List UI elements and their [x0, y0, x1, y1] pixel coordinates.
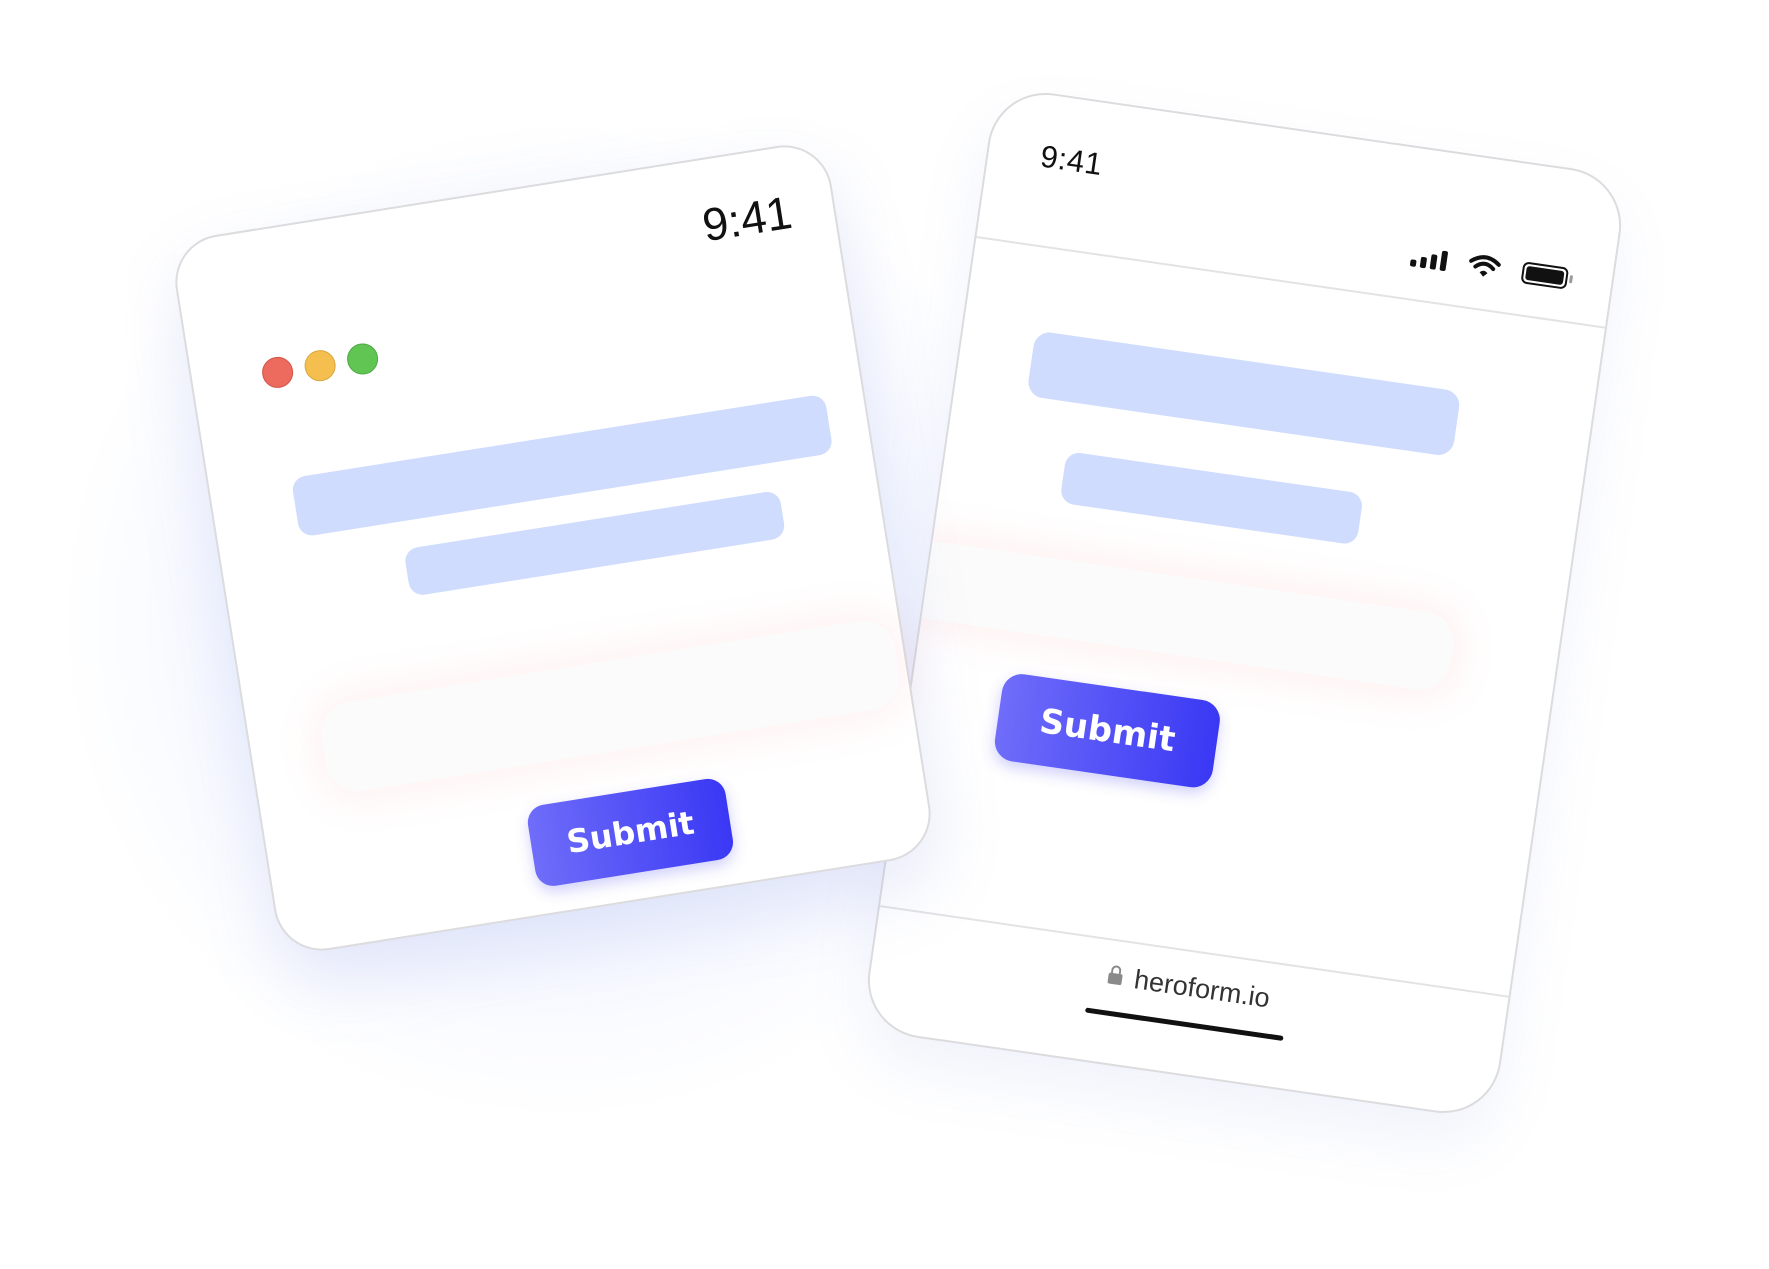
mobile-submit-button[interactable]: Submit: [992, 671, 1223, 790]
battery-icon: [1520, 261, 1570, 290]
wifi-icon: [1469, 255, 1501, 277]
desktop-time: 9:41: [698, 185, 796, 252]
mobile-subtitle-placeholder: [1059, 451, 1364, 546]
mobile-input-field[interactable]: [891, 536, 1458, 694]
mobile-url-bar[interactable]: heroform.io: [873, 927, 1506, 1048]
desktop-submit-button[interactable]: Submit: [525, 776, 736, 889]
mobile-title-placeholder: [1026, 330, 1462, 458]
signal-icon: [1409, 246, 1449, 272]
mobile-url-text: heroform.io: [1132, 964, 1272, 1014]
mobile-status-icons: [1409, 244, 1570, 290]
mobile-form-card: 9:41 Submit heroform.io: [860, 85, 1629, 1121]
window-controls: [259, 341, 381, 391]
close-icon[interactable]: [259, 354, 296, 391]
desktop-input-field[interactable]: [316, 616, 904, 796]
desktop-form-card: 9:41 Submit: [168, 138, 938, 958]
lock-icon: [1107, 972, 1123, 986]
minimize-icon[interactable]: [302, 347, 338, 384]
maximize-icon[interactable]: [344, 341, 381, 377]
mobile-status-time: 9:41: [1038, 138, 1105, 183]
